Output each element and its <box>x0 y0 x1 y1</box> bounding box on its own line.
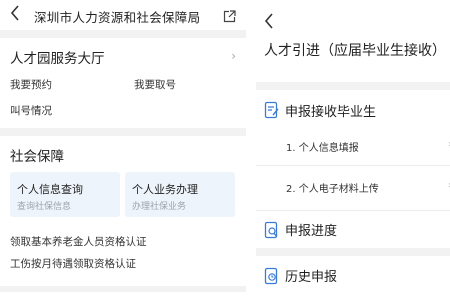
pension-qualification-link[interactable]: 领取基本养老金人员资格认证 <box>10 234 147 249</box>
progress-search-icon <box>264 221 280 243</box>
screen-divider <box>246 0 256 300</box>
apply-card: 申报接收毕业生 1. 个人信息填报 › 2. 个人电子材料上传 › <box>256 90 450 210</box>
next-section-card <box>0 292 246 300</box>
talent-hall-title[interactable]: 人才园服务大厅 <box>10 47 105 67</box>
top-bar: 深圳市人力资源和社会保障局 <box>0 0 246 30</box>
right-screen: 人才引进（应届毕业生接收） 申报接收毕业生 1. 个人信息填报 › 2. 个人电… <box>256 0 450 300</box>
talent-hall-card: 人才园服务大厅 › 我要预约 我要取号 叫号情况 <box>0 38 246 128</box>
injury-qualification-link[interactable]: 工伤按月待遇领取资格认证 <box>10 256 136 271</box>
clock-document-icon <box>264 267 280 289</box>
social-security-title: 社会保障 <box>10 149 64 165</box>
chevron-right-icon[interactable]: › <box>231 49 236 63</box>
page-title: 人才引进（应届毕业生接收） <box>264 43 446 59</box>
header: 人才引进（应届毕业生接收） <box>256 0 450 82</box>
step-upload-materials[interactable]: 2. 个人电子材料上传 <box>286 180 379 195</box>
social-security-card: 社会保障 个人信息查询 查询社保信息 个人业务办理 办理社保业务 领取基本养老金… <box>0 136 246 286</box>
divider <box>256 210 450 211</box>
progress-title: 申报进度 <box>285 224 338 239</box>
tile-sublabel: 办理社保业务 <box>132 202 187 212</box>
personal-info-query-tile[interactable]: 个人信息查询 查询社保信息 <box>10 172 120 217</box>
personal-business-tile[interactable]: 个人业务办理 办理社保业务 <box>125 172 235 217</box>
apply-title[interactable]: 申报接收毕业生 <box>285 101 376 120</box>
history-row[interactable]: 历史申报 <box>256 256 450 300</box>
page-title: 深圳市人力资源和社会保障局 <box>34 10 201 25</box>
step-personal-info[interactable]: 1. 个人信息填报 <box>286 139 359 154</box>
appointment-link[interactable]: 我要预约 <box>10 77 52 92</box>
take-number-link[interactable]: 我要取号 <box>134 77 176 92</box>
tile-sublabel: 查询社保信息 <box>17 202 72 212</box>
tile-label: 个人信息查询 <box>17 183 83 196</box>
back-arrow-icon[interactable] <box>264 12 274 30</box>
document-edit-icon <box>264 101 280 123</box>
progress-row[interactable]: 申报进度 <box>256 210 450 248</box>
queue-status-link[interactable]: 叫号情况 <box>10 103 52 118</box>
tile-label: 个人业务办理 <box>132 183 198 196</box>
left-screen: 深圳市人力资源和社会保障局 人才园服务大厅 › 我要预约 我要取号 叫号情况 社… <box>0 0 246 300</box>
share-icon[interactable] <box>223 8 236 27</box>
history-title: 历史申报 <box>285 270 338 285</box>
back-arrow-icon[interactable] <box>10 4 20 22</box>
divider <box>256 165 450 166</box>
